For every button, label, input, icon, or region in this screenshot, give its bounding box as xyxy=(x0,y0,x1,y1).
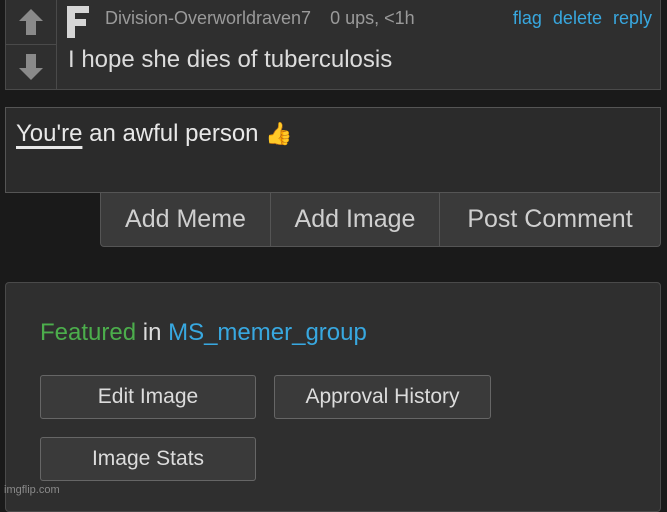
vote-column xyxy=(6,0,57,89)
points-text: 0 ups, <1h xyxy=(330,8,415,28)
thumbs-up-icon: 👍 xyxy=(265,121,293,146)
group-link[interactable]: MS_memer_group xyxy=(168,319,367,346)
reply-textarea[interactable]: You're an awful person 👍 xyxy=(5,107,661,193)
image-info-panel: Featured in MS_memer_group Edit Image Ap… xyxy=(5,282,661,512)
post-comment-button[interactable]: Post Comment xyxy=(440,193,660,246)
approval-history-button[interactable]: Approval History xyxy=(274,375,491,419)
edit-image-button[interactable]: Edit Image xyxy=(40,375,256,419)
featured-line: Featured in MS_memer_group xyxy=(40,319,367,347)
downvote-button[interactable] xyxy=(6,45,56,89)
spellcheck-word: You're xyxy=(16,120,83,147)
arrow-down-icon xyxy=(19,54,43,80)
comment-button-group: Add Meme Add Image Post Comment xyxy=(100,193,661,247)
username-link[interactable]: Division-Overworldraven7 xyxy=(105,8,311,28)
add-image-button[interactable]: Add Image xyxy=(271,193,440,246)
avatar[interactable] xyxy=(64,2,92,38)
reply-link[interactable]: reply xyxy=(613,8,652,28)
comment-meta: Division-Overworldraven7 0 ups, <1h xyxy=(105,8,415,29)
comment: Division-Overworldraven7 0 ups, <1h flag… xyxy=(5,0,661,90)
arrow-up-icon xyxy=(19,9,43,35)
image-stats-button[interactable]: Image Stats xyxy=(40,437,256,481)
add-meme-button[interactable]: Add Meme xyxy=(101,193,271,246)
comment-text: I hope she dies of tuberculosis xyxy=(68,46,393,73)
reply-text: You're an awful person 👍 xyxy=(16,120,293,148)
comment-actions: flag delete reply xyxy=(507,8,652,29)
flag-link[interactable]: flag xyxy=(513,8,542,28)
featured-label: Featured xyxy=(40,319,137,346)
delete-link[interactable]: delete xyxy=(553,8,602,28)
watermark: imgflip.com xyxy=(4,484,60,496)
reply-rest-text: an awful person xyxy=(82,120,266,147)
featured-in-text: in xyxy=(136,319,169,346)
upvote-button[interactable] xyxy=(6,0,56,45)
